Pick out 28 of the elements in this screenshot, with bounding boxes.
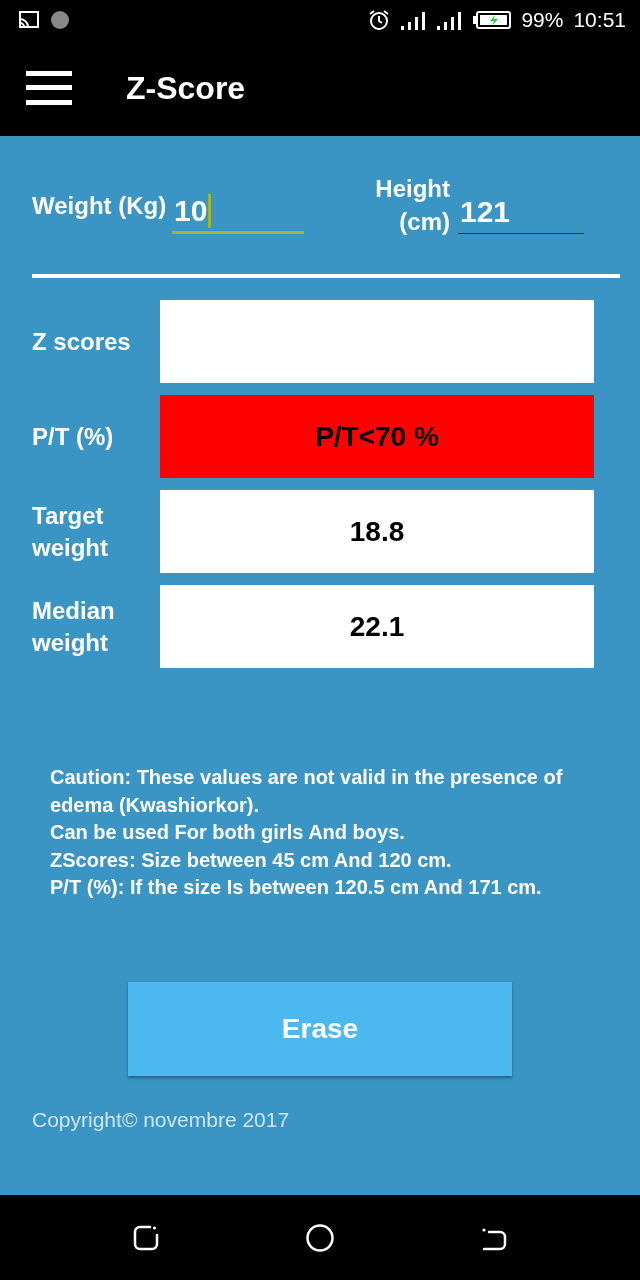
caution-note: ZScores: Size between 45 cm And 120 cm. xyxy=(50,847,453,873)
erase-button[interactable]: Erase xyxy=(128,981,512,1076)
result-field: P/T<70 % xyxy=(160,395,594,478)
result-field: 18.8 xyxy=(160,490,594,573)
caution-note: P/T (%): If the size Is between 120.5 cm And 171 cm. xyxy=(50,875,543,900)
result-label: Median weight xyxy=(32,595,116,658)
result-label: P/T (%) xyxy=(32,421,115,452)
menu-icon[interactable] xyxy=(26,71,72,105)
result-field: 22.1 xyxy=(160,585,594,668)
battery-icon xyxy=(473,11,512,29)
result-label: Z scores xyxy=(32,326,132,357)
input-field[interactable]: 121 xyxy=(458,190,584,234)
caution-note: Can be used For both girls And boys. xyxy=(50,820,406,845)
recent-apps-icon[interactable] xyxy=(132,1223,161,1252)
battery-level: 99% xyxy=(521,8,564,32)
cast-icon xyxy=(18,10,40,30)
home-icon[interactable] xyxy=(305,1222,335,1253)
result-label: Target weight xyxy=(32,500,109,563)
caution-note: Caution: These values are not valid in the presence of edema (Kwashiorkor). xyxy=(50,765,564,818)
signal-icon xyxy=(437,10,464,30)
field-label: Weight (Kg) xyxy=(32,190,168,221)
field-label: Height (cm) xyxy=(374,174,450,237)
input-field[interactable]: 10 xyxy=(172,190,304,234)
app-title: Z-Score xyxy=(126,69,246,107)
clock-time: 10:51 xyxy=(573,8,626,32)
signal-icon xyxy=(401,10,428,30)
loading-icon xyxy=(50,10,70,30)
copyright-text: Copyright© novembre 2017 xyxy=(32,1107,291,1132)
